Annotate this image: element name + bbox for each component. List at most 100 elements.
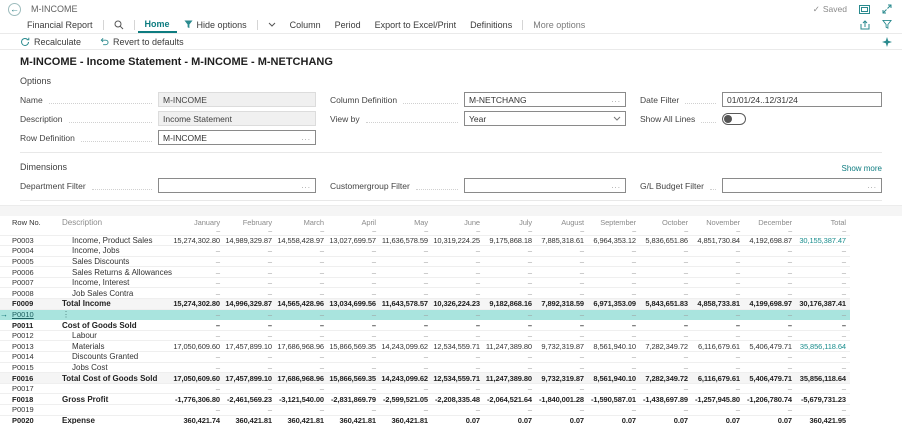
column-header[interactable]: November [692,216,744,229]
cell-value[interactable]: – [484,383,536,394]
cell-value[interactable]: – [640,267,692,278]
column-header[interactable]: March [276,216,328,229]
cell-description[interactable]: Income, Product Sales [62,235,172,246]
focus-mode-icon[interactable] [859,5,870,14]
cell-value[interactable]: – [640,277,692,288]
cell-value[interactable]: -2,461,569.23 [224,394,276,405]
cell-value[interactable]: – [484,309,536,320]
cell-row-no[interactable]: P0008 [12,288,62,299]
cell-value[interactable]: – [536,246,588,257]
hide-options-dropdown[interactable] [261,16,283,33]
cell-value[interactable]: – [692,309,744,320]
cell-total[interactable]: – [796,246,850,257]
recalculate-button[interactable]: Recalculate [20,37,81,47]
cell-total[interactable]: – [796,256,850,267]
cell-value[interactable]: – [588,246,640,257]
cell-value[interactable]: – [484,352,536,363]
back-button[interactable]: ← [8,3,21,16]
cell-value[interactable]: 6,964,353.12 [588,235,640,246]
cell-row-no[interactable]: P0004 [12,246,62,257]
cell-value[interactable]: – [380,320,432,331]
cell-total[interactable]: 35,856,118.64 [796,341,850,352]
cell-value[interactable]: – [172,320,224,331]
column-header[interactable]: April [328,216,380,229]
column-header[interactable]: August [536,216,588,229]
cell-value[interactable]: – [224,330,276,341]
cell-value[interactable]: -1,776,306.80 [172,394,224,405]
cell-value[interactable]: – [172,256,224,267]
cell-value[interactable]: 7,282,349.72 [640,341,692,352]
cell-value[interactable]: – [276,405,328,416]
cell-value[interactable]: – [432,267,484,278]
table-row[interactable]: →P0010⋮––––––––––––– [0,309,850,320]
column-header[interactable]: July [484,216,536,229]
cell-value[interactable]: – [432,362,484,373]
cell-value[interactable]: – [692,277,744,288]
cell-row-no[interactable]: P0013 [12,341,62,352]
cell-row-no[interactable]: P0020 [12,415,62,424]
cell-value[interactable]: – [276,277,328,288]
cell-value[interactable]: – [588,320,640,331]
cell-value[interactable]: 8,561,940.10 [588,373,640,384]
cell-value[interactable]: – [536,330,588,341]
cell-value[interactable]: – [640,330,692,341]
cell-value[interactable]: 12,534,559.71 [432,373,484,384]
cell-value[interactable]: – [380,288,432,299]
view-by-select[interactable]: Year [464,111,626,126]
revert-to-defaults-button[interactable]: Revert to defaults [99,37,184,47]
cell-value[interactable]: – [380,330,432,341]
cell-value[interactable]: – [640,383,692,394]
cell-value[interactable]: – [224,405,276,416]
table-row[interactable]: P0011Cost of Goods Sold––––––––––––– [0,320,850,331]
column-header[interactable]: January [172,216,224,229]
menu-column[interactable]: Column [283,16,328,33]
cell-description[interactable] [62,405,172,416]
cell-value[interactable]: – [224,383,276,394]
table-row[interactable]: P0004Income, Jobs––––––––––––– [0,246,850,257]
cell-value[interactable]: 4,858,733.81 [692,299,744,310]
cell-value[interactable]: – [744,267,796,278]
cell-value[interactable]: – [224,309,276,320]
menu-export-excel-print[interactable]: Export to Excel/Print [368,16,464,33]
cell-total[interactable]: – [796,330,850,341]
cell-value[interactable]: – [276,256,328,267]
cell-value[interactable]: – [484,405,536,416]
cell-value[interactable]: 17,686,968.96 [276,341,328,352]
cell-row-no[interactable]: P0017 [12,383,62,394]
cell-description[interactable]: Expense [62,415,172,424]
cell-value[interactable]: – [640,288,692,299]
cell-total[interactable]: 30,155,387.47 [796,235,850,246]
cell-value[interactable]: – [380,267,432,278]
cell-value[interactable]: – [432,288,484,299]
date-filter-input[interactable] [727,95,877,105]
cell-value[interactable]: 9,182,868.16 [484,299,536,310]
menu-more-options[interactable]: More options [526,16,592,33]
cell-value[interactable]: 15,866,569.35 [328,341,380,352]
cell-description[interactable]: Jobs Cost [62,362,172,373]
cell-value[interactable]: 10,319,224.25 [432,235,484,246]
cell-value[interactable]: – [328,362,380,373]
cell-value[interactable]: 4,192,698.87 [744,235,796,246]
cell-value[interactable]: – [640,352,692,363]
table-row[interactable]: P0019––––––––––––– [0,405,850,416]
menu-home[interactable]: Home [138,16,177,33]
cell-value[interactable]: – [172,288,224,299]
cell-value[interactable]: 0.07 [536,415,588,424]
cell-total[interactable]: – [796,405,850,416]
cell-value[interactable]: -1,840,001.28 [536,394,588,405]
cell-value[interactable]: – [536,352,588,363]
cell-value[interactable]: -1,257,945.80 [692,394,744,405]
cell-value[interactable]: – [588,309,640,320]
cell-value[interactable]: – [692,352,744,363]
cell-value[interactable]: – [328,352,380,363]
table-row[interactable]: P0008Job Sales Contra––––––––––––– [0,288,850,299]
cell-value[interactable]: – [484,267,536,278]
cell-value[interactable]: 15,274,302.80 [172,235,224,246]
row-menu-icon[interactable]: ⋮ [62,310,70,319]
cell-value[interactable]: 11,247,389.80 [484,341,536,352]
cell-description[interactable]: Sales Discounts [62,256,172,267]
cell-description[interactable]: Job Sales Contra [62,288,172,299]
cell-value[interactable]: – [692,256,744,267]
cell-value[interactable]: – [224,288,276,299]
cell-value[interactable]: -3,121,540.00 [276,394,328,405]
